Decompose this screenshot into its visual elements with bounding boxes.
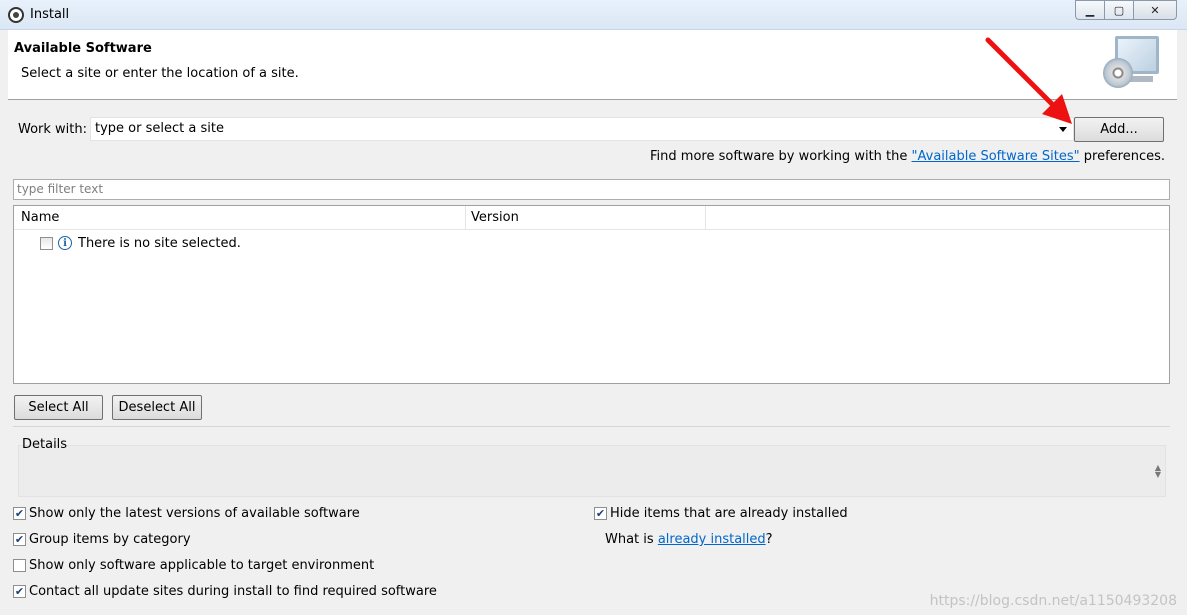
scroll-spinner-icon[interactable]: ▲ ▼ bbox=[1155, 464, 1161, 479]
install-software-icon bbox=[1103, 36, 1161, 92]
select-all-button[interactable]: Select All bbox=[14, 395, 103, 420]
available-software-sites-link[interactable]: "Available Software Sites" bbox=[912, 149, 1080, 164]
info-icon: i bbox=[58, 236, 72, 250]
work-with-combo[interactable]: type or select a site bbox=[90, 117, 1074, 141]
watermark: https://blog.csdn.net/a1150493208 bbox=[929, 593, 1177, 609]
tree-header: Name Version bbox=[14, 206, 1169, 230]
option-group-by-category[interactable]: ✔ Group items by category bbox=[13, 532, 191, 547]
page-subtitle: Select a site or enter the location of a… bbox=[21, 66, 299, 81]
maximize-button[interactable]: ▢ bbox=[1104, 0, 1134, 20]
dialog-body: Work with: type or select a site Add... … bbox=[8, 101, 1177, 615]
add-site-button[interactable]: Add... bbox=[1074, 117, 1164, 142]
close-button[interactable]: ✕ bbox=[1133, 0, 1177, 20]
already-installed-link[interactable]: already installed bbox=[658, 532, 766, 547]
column-version[interactable]: Version bbox=[471, 210, 519, 225]
eclipse-app-icon bbox=[8, 7, 24, 23]
checkbox-unchecked-icon[interactable] bbox=[13, 559, 26, 572]
software-tree[interactable]: Name Version i There is no site selected… bbox=[13, 205, 1170, 384]
column-name[interactable]: Name bbox=[21, 210, 59, 225]
title-bar: Install ▁ ▢ ✕ bbox=[0, 0, 1187, 30]
option-applicable-only[interactable]: Show only software applicable to target … bbox=[13, 558, 374, 573]
checkbox-checked-icon[interactable]: ✔ bbox=[13, 585, 26, 598]
work-with-value: type or select a site bbox=[95, 121, 224, 136]
filter-input[interactable]: type filter text bbox=[13, 179, 1170, 200]
row-checkbox[interactable] bbox=[40, 236, 53, 250]
option-latest-versions[interactable]: ✔ Show only the latest versions of avail… bbox=[13, 506, 360, 521]
window-controls: ▁ ▢ ✕ bbox=[1075, 0, 1177, 20]
details-title: Details bbox=[22, 437, 68, 452]
find-more-text: Find more software by working with the "… bbox=[650, 149, 1165, 164]
tree-row[interactable]: i There is no site selected. bbox=[40, 234, 241, 252]
details-text: ▲ ▼ bbox=[18, 445, 1166, 497]
minimize-button[interactable]: ▁ bbox=[1075, 0, 1105, 20]
empty-message: There is no site selected. bbox=[78, 235, 241, 251]
deselect-all-button[interactable]: Deselect All bbox=[112, 395, 202, 420]
option-contact-all-sites[interactable]: ✔ Contact all update sites during instal… bbox=[13, 584, 437, 599]
checkbox-checked-icon[interactable]: ✔ bbox=[594, 507, 607, 520]
already-installed-text: What is already installed? bbox=[605, 532, 773, 547]
window-title: Install bbox=[30, 7, 70, 22]
page-title: Available Software bbox=[14, 41, 152, 56]
checkbox-checked-icon[interactable]: ✔ bbox=[13, 533, 26, 546]
red-arrow-annotation bbox=[985, 37, 1072, 124]
option-hide-installed[interactable]: ✔ Hide items that are already installed bbox=[594, 506, 848, 521]
details-group: ▲ ▼ Details bbox=[13, 426, 1170, 498]
checkbox-checked-icon[interactable]: ✔ bbox=[13, 507, 26, 520]
work-with-label: Work with: bbox=[18, 122, 88, 137]
